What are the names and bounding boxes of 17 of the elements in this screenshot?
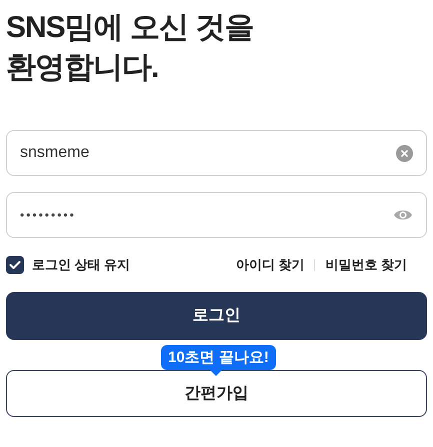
- username-field[interactable]: snsmeme: [6, 130, 427, 176]
- password-input[interactable]: •••••••••: [20, 206, 393, 224]
- eye-icon[interactable]: [393, 208, 413, 222]
- checkbox[interactable]: [6, 256, 24, 274]
- find-id-link[interactable]: 아이디 찾기: [236, 255, 304, 275]
- checkbox-label: 로그인 상태 유지: [32, 256, 130, 274]
- check-icon: [9, 260, 21, 270]
- find-password-link[interactable]: 비밀번호 찾기: [325, 255, 407, 275]
- heading-line: SNS밈에 오신 것을: [6, 10, 254, 46]
- login-button[interactable]: 로그인: [6, 292, 427, 340]
- tooltip: 10초면 끝나요!: [161, 345, 276, 370]
- password-field[interactable]: •••••••••: [6, 192, 427, 238]
- tooltip-pointer-icon: [210, 370, 222, 376]
- signup-button[interactable]: 간편가입: [6, 370, 427, 417]
- clear-icon[interactable]: [396, 144, 413, 162]
- heading-line: 환영합니다.: [6, 50, 158, 86]
- username-input[interactable]: snsmeme: [20, 141, 396, 165]
